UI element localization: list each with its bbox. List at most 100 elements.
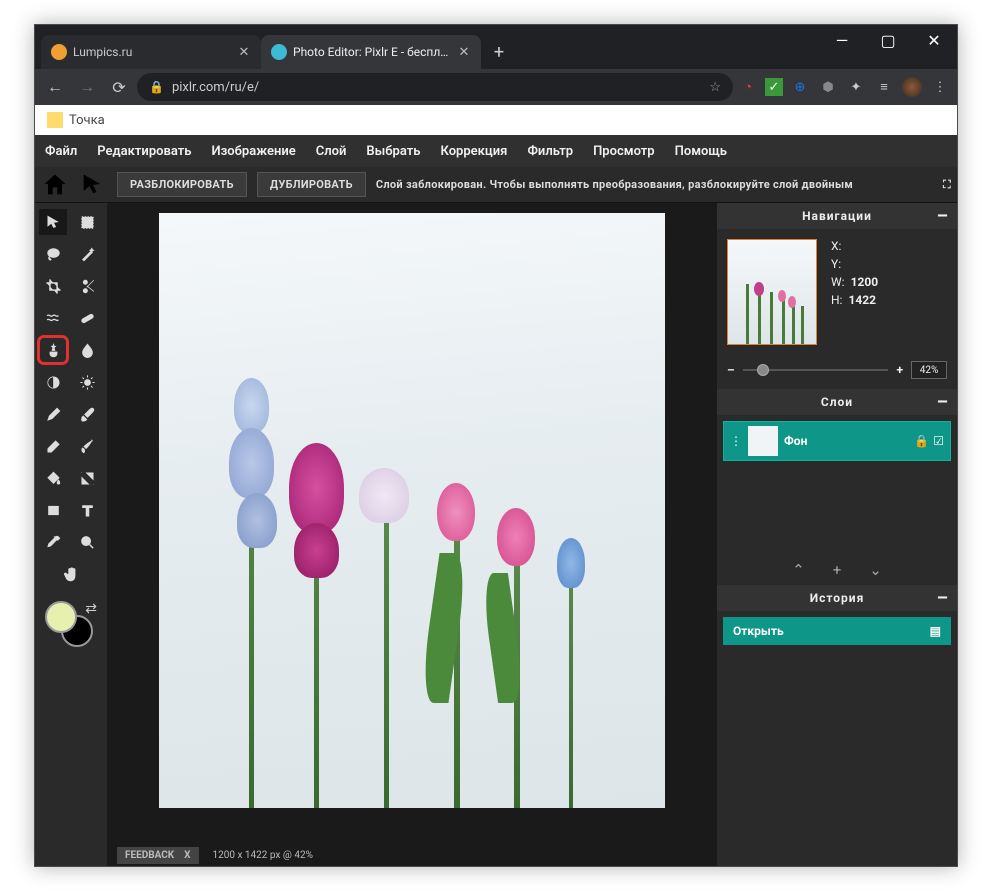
canvas-dimensions: 1200 x 1422 px @ 42%: [213, 850, 313, 861]
reload-button[interactable]: ⟳: [105, 73, 133, 101]
minimize-icon[interactable]: –: [937, 588, 949, 609]
shape-tool[interactable]: [39, 497, 67, 523]
zoom-out-button[interactable]: –: [727, 363, 735, 377]
menu-image[interactable]: Изображение: [212, 144, 296, 159]
minimize-button[interactable]: —: [819, 25, 865, 55]
zoom-slider: – + 42%: [717, 355, 957, 389]
zoom-value[interactable]: 42%: [911, 361, 947, 379]
status-bar: FEEDBACK X 1200 x 1422 px @ 42%: [107, 844, 717, 866]
canvas-area[interactable]: [107, 203, 717, 844]
layer-down-icon[interactable]: ⌄: [869, 561, 882, 579]
layer-up-icon[interactable]: ⌃: [792, 561, 805, 579]
swap-colors-icon[interactable]: ⇄: [85, 601, 97, 617]
layer-item[interactable]: ⋮ Фон 🔒 ☑: [723, 421, 951, 461]
favicon-icon: [271, 44, 287, 60]
close-button[interactable]: ✕: [911, 25, 957, 55]
star-icon[interactable]: ☆: [709, 80, 721, 95]
feedback-button[interactable]: FEEDBACK X: [117, 847, 199, 864]
new-tab-button[interactable]: +: [485, 38, 513, 66]
marquee-tool[interactable]: [73, 209, 101, 235]
lock-icon[interactable]: 🔒: [914, 434, 929, 448]
profile-avatar[interactable]: [901, 76, 923, 98]
home-icon[interactable]: [41, 171, 69, 199]
clone-tool[interactable]: [39, 337, 67, 363]
zoom-track[interactable]: [743, 369, 889, 371]
navigator-thumbnail[interactable]: [727, 239, 817, 345]
move-tool[interactable]: [39, 209, 67, 235]
tab-title: Lumpics.ru: [73, 45, 231, 59]
history-item[interactable]: Открыть ▤: [723, 617, 951, 645]
panel-header-navigation: Навигации –: [717, 203, 957, 229]
extension-icon[interactable]: ⬢: [817, 76, 839, 98]
drag-handle-icon[interactable]: ⋮: [730, 434, 742, 448]
media-button[interactable]: ≡: [873, 76, 895, 98]
menu-file[interactable]: Файл: [45, 144, 77, 159]
sponge-tool[interactable]: [73, 369, 101, 395]
options-message: Слой заблокирован. Чтобы выполнять преоб…: [376, 178, 853, 191]
browser-tab[interactable]: Photo Editor: Pixlr E - бесплатны ✕: [261, 35, 481, 69]
crop-tool[interactable]: [39, 273, 67, 299]
menu-select[interactable]: Выбрать: [366, 144, 420, 159]
eraser-tool[interactable]: [39, 433, 67, 459]
gradient-tool[interactable]: [73, 465, 101, 491]
maximize-button[interactable]: ▢: [865, 25, 911, 55]
blur-tool[interactable]: [73, 337, 101, 363]
pen-tool[interactable]: [39, 401, 67, 427]
foreground-color[interactable]: [45, 601, 77, 633]
back-button[interactable]: ←: [41, 73, 69, 101]
menu-layer[interactable]: Слой: [316, 144, 347, 159]
heal-tool[interactable]: [73, 305, 101, 331]
extensions-button[interactable]: ✦: [845, 76, 867, 98]
close-icon[interactable]: ✕: [237, 45, 251, 59]
favicon-icon: [51, 44, 67, 60]
menu-view[interactable]: Просмотр: [593, 144, 655, 159]
liquify-tool[interactable]: [39, 305, 67, 331]
app-menu-bar: Файл Редактировать Изображение Слой Выбр…: [35, 135, 957, 167]
zoom-tool[interactable]: [73, 529, 101, 555]
expand-icon[interactable]: ⛶: [943, 178, 951, 192]
minimize-icon[interactable]: –: [937, 392, 949, 413]
duplicate-button[interactable]: ДУБЛИРОВАТЬ: [257, 172, 366, 197]
fill-tool[interactable]: [39, 465, 67, 491]
bookmarks-bar: Точка: [35, 105, 957, 135]
tab-title: Photo Editor: Pixlr E - бесплатны: [293, 45, 451, 59]
add-layer-icon[interactable]: +: [833, 561, 842, 579]
extension-icon[interactable]: ⊕: [789, 76, 811, 98]
eyedropper-tool[interactable]: [39, 529, 67, 555]
extension-icon[interactable]: ✓: [765, 78, 783, 96]
forward-button[interactable]: →: [73, 73, 101, 101]
layer-thumbnail: [748, 426, 778, 456]
color-swatches[interactable]: ⇄: [39, 601, 103, 651]
hand-tool[interactable]: [57, 561, 85, 587]
smudge-tool[interactable]: [73, 433, 101, 459]
menu-help[interactable]: Помощь: [675, 144, 727, 159]
close-icon[interactable]: ✕: [457, 45, 471, 59]
close-icon[interactable]: X: [184, 850, 190, 861]
minimize-icon[interactable]: –: [937, 206, 949, 227]
menu-filter[interactable]: Фильтр: [527, 144, 573, 159]
cutout-tool[interactable]: [73, 273, 101, 299]
lock-icon: 🔒: [149, 80, 164, 94]
menu-button[interactable]: ⋮: [929, 76, 951, 98]
menu-adjust[interactable]: Коррекция: [440, 144, 507, 159]
bookmark-item[interactable]: Точка: [69, 113, 105, 128]
arrow-tool-icon[interactable]: [79, 171, 107, 199]
wand-tool[interactable]: [73, 241, 101, 267]
url-field[interactable]: 🔒 pixlr.com/ru/e/ ☆: [137, 73, 733, 101]
panel-header-layers: Слои –: [717, 389, 957, 415]
visibility-icon[interactable]: ☑: [933, 434, 944, 448]
panel-header-history: История –: [717, 585, 957, 611]
menu-edit[interactable]: Редактировать: [97, 144, 191, 159]
lasso-tool[interactable]: [39, 241, 67, 267]
brush-tool[interactable]: [73, 401, 101, 427]
layer-name: Фон: [784, 434, 908, 448]
unlock-button[interactable]: РАЗБЛОКИРОВАТЬ: [117, 172, 247, 197]
zoom-in-button[interactable]: +: [896, 363, 903, 377]
dodge-tool[interactable]: [39, 369, 67, 395]
url-text: pixlr.com/ru/e/: [172, 80, 259, 95]
tool-panel: ⇄: [35, 203, 107, 866]
browser-tab[interactable]: Lumpics.ru ✕: [41, 35, 261, 69]
extension-icon[interactable]: ◔: [737, 76, 759, 98]
text-tool[interactable]: [73, 497, 101, 523]
browser-titlebar: Lumpics.ru ✕ Photo Editor: Pixlr E - бес…: [35, 25, 957, 69]
